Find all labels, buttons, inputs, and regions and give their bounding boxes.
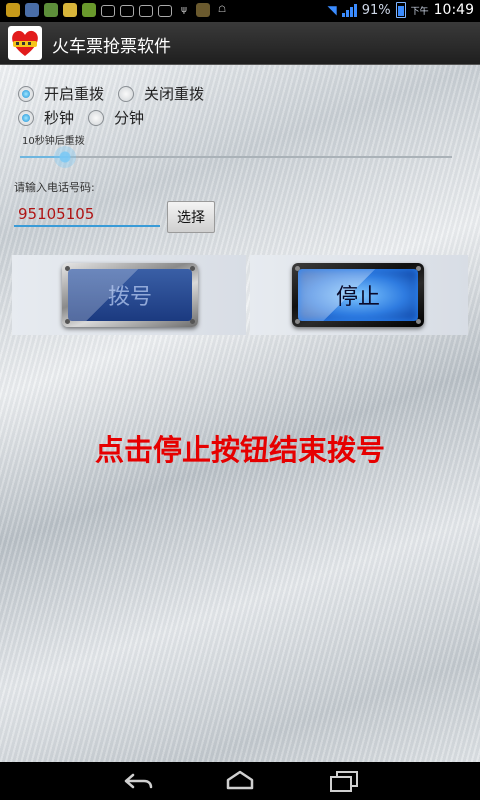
redial-off-option[interactable]: 关闭重拨 (118, 83, 204, 104)
battery-percent: 91% (361, 2, 391, 18)
stop-panel: 停止 (250, 255, 468, 335)
chat-icon (25, 3, 39, 17)
usb-icon: ψ (181, 5, 187, 15)
signal-icon (341, 3, 357, 17)
wifi-icon: ◥ (327, 3, 337, 17)
phone-label: 请输入电话号码: (14, 181, 95, 194)
status-hint: 点击停止按钮结束拨号 (94, 433, 385, 467)
sms-icon (82, 3, 96, 17)
mail-icon (158, 5, 172, 17)
ampm-label: 下午 (410, 6, 429, 17)
select-contact-button[interactable]: 选择 (167, 201, 215, 233)
image-icon (44, 3, 58, 17)
notification-icons: ψ ☖ (6, 3, 229, 17)
dial-button[interactable]: 拨号 (62, 263, 198, 327)
redial-on-radio[interactable] (18, 85, 34, 102)
debug-icon (196, 3, 210, 17)
seconds-radio[interactable] (18, 109, 34, 126)
redial-off-label: 关闭重拨 (144, 85, 205, 103)
redial-delay-label: 10秒钟后重拨 (22, 136, 85, 147)
redial-delay-seekbar[interactable] (20, 156, 452, 158)
status-bar: ψ ☖ ◥ 91% 下午 10:49 (0, 0, 480, 22)
app-notification-icon (6, 3, 20, 17)
minutes-option[interactable]: 分钟 (88, 107, 144, 128)
android-icon: ☖ (217, 5, 227, 15)
unit-radio-group: 秒钟 分钟 (18, 107, 158, 128)
game-icon (63, 3, 77, 17)
seconds-option[interactable]: 秒钟 (18, 107, 74, 128)
redial-radio-group: 开启重拨 关闭重拨 (18, 83, 218, 104)
mail-icon (139, 5, 153, 17)
stop-button-label: 停止 (298, 269, 418, 321)
mail-icon (101, 5, 115, 17)
redial-on-option[interactable]: 开启重拨 (18, 83, 104, 104)
dial-button-label: 拨号 (68, 269, 192, 321)
battery-icon (395, 2, 406, 18)
navigation-bar (0, 762, 480, 800)
home-icon[interactable] (220, 768, 260, 794)
seconds-label: 秒钟 (44, 109, 75, 127)
seekbar-thumb[interactable] (54, 146, 76, 168)
stop-button[interactable]: 停止 (292, 263, 424, 327)
main-content: 开启重拨 关闭重拨 秒钟 分钟 10秒钟后重拨 请输入电话号码: 选择 拨号 (0, 65, 480, 762)
status-right: ◥ 91% 下午 10:49 (327, 2, 474, 18)
app-logo-icon (8, 26, 42, 60)
mail-icon (120, 5, 134, 17)
recent-apps-icon[interactable] (324, 768, 364, 794)
back-icon[interactable] (118, 768, 158, 794)
action-bar: 火车票抢票软件 (0, 22, 480, 65)
phone-input[interactable] (14, 203, 160, 227)
app-title: 火车票抢票软件 (52, 37, 171, 57)
dial-panel: 拨号 (12, 255, 246, 335)
minutes-radio[interactable] (88, 109, 105, 126)
redial-on-label: 开启重拨 (44, 85, 105, 103)
minutes-label: 分钟 (114, 109, 145, 127)
redial-off-radio[interactable] (118, 85, 135, 102)
clock: 10:49 (433, 2, 474, 18)
